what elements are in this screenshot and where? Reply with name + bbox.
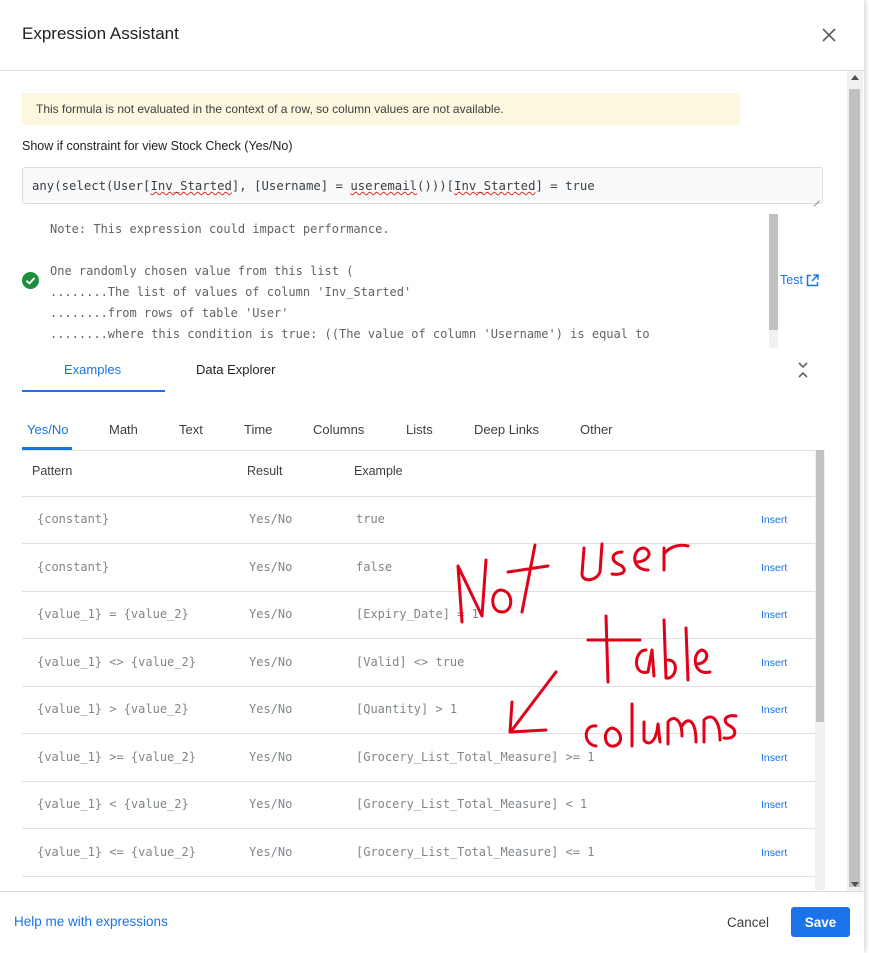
table-header: Pattern Result Example [22, 450, 815, 497]
active-tab-indicator [22, 390, 165, 392]
header-result: Result [247, 464, 283, 478]
close-icon[interactable] [818, 24, 840, 46]
pattern-cell: {value_1} < {value_2} [37, 797, 189, 811]
tab-deep-links[interactable]: Deep Links [474, 422, 539, 437]
check-circle-icon [22, 272, 39, 289]
pattern-cell: {constant} [37, 560, 110, 574]
warning-text: This formula is not evaluated in the con… [36, 102, 504, 116]
tab-yes-no[interactable]: Yes/No [27, 422, 68, 437]
result-cell: Yes/No [249, 750, 293, 764]
result-cell: Yes/No [249, 845, 293, 859]
pattern-cell: {value_1} > {value_2} [37, 702, 189, 716]
tab-data-explorer[interactable]: Data Explorer [196, 362, 275, 377]
expression-text[interactable]: any(select(User[Inv_Started], [Username]… [32, 179, 595, 193]
save-button[interactable]: Save [791, 907, 850, 937]
test-label: Test [780, 273, 803, 287]
table-row: {value_1} > {value_2} Yes/No [Quantity] … [22, 686, 815, 734]
tab-time[interactable]: Time [244, 422, 272, 437]
table-row: {value_1} < {value_2} Yes/No [Grocery_Li… [22, 781, 815, 829]
table-scrollbar-thumb[interactable] [816, 450, 824, 722]
result-cell: Yes/No [249, 797, 293, 811]
example-cell: true [356, 512, 385, 526]
table-row: {constant} Yes/No true Insert [22, 496, 815, 544]
insert-button[interactable]: Insert [761, 514, 787, 526]
pattern-cell: {value_1} <= {value_2} [37, 845, 196, 859]
header-pattern: Pattern [32, 464, 73, 478]
expression-assistant-dialog: Expression Assistant This formula is not… [0, 0, 864, 953]
insert-button[interactable]: Insert [761, 799, 787, 811]
insert-button[interactable]: Insert [761, 562, 787, 574]
tab-examples[interactable]: Examples [64, 362, 121, 377]
result-cell: Yes/No [249, 512, 293, 526]
output-line: Note: This expression could impact perfo… [50, 222, 390, 236]
example-cell: [Valid] <> true [356, 655, 465, 669]
insert-button[interactable]: Insert [761, 704, 787, 716]
category-tabs: Yes/No Math Text Time Columns Lists Deep… [22, 412, 825, 451]
table-row: {value_1} <> {value_2} Yes/No [Valid] <>… [22, 639, 815, 687]
result-cell: Yes/No [249, 607, 293, 621]
insert-button[interactable]: Insert [761, 752, 787, 764]
expression-editor[interactable]: any(select(User[Inv_Started], [Username]… [22, 167, 823, 204]
context-warning-banner: This formula is not evaluated in the con… [22, 93, 740, 125]
expression-output: Note: This expression could impact perfo… [22, 214, 778, 348]
insert-button[interactable]: Insert [761, 657, 787, 669]
dialog-scrollbar[interactable] [847, 71, 863, 891]
tab-other[interactable]: Other [580, 422, 613, 437]
scroll-down-arrow-icon[interactable] [851, 882, 859, 887]
example-cell: [Grocery_List_Total_Measure] < 1 [356, 797, 588, 811]
pattern-cell: {value_1} >= {value_2} [37, 750, 196, 764]
insert-button[interactable]: Insert [761, 609, 787, 621]
result-cell: Yes/No [249, 655, 293, 669]
example-cell: false [356, 560, 393, 574]
dialog-footer: Help me with expressions Cancel Save [0, 891, 864, 953]
test-link[interactable]: Test [780, 273, 819, 287]
main-tabs: Examples Data Explorer [22, 350, 825, 392]
open-in-new-icon [806, 273, 819, 286]
help-link[interactable]: Help me with expressions [14, 914, 168, 929]
dialog-header: Expression Assistant [0, 0, 864, 71]
example-cell: [Expiry_Date] = 1 [356, 607, 479, 621]
insert-button[interactable]: Insert [761, 847, 787, 859]
constraint-label: Show if constraint for view Stock Check … [22, 139, 293, 153]
table-scrollbar[interactable] [815, 450, 825, 890]
output-line: ........The list of values of column 'In… [50, 285, 412, 299]
example-cell: [Grocery_List_Total_Measure] <= 1 [356, 845, 595, 859]
scroll-up-arrow-icon[interactable] [851, 75, 859, 80]
tab-text[interactable]: Text [179, 422, 203, 437]
output-line: ........from rows of table 'User' [50, 306, 289, 320]
result-cell: Yes/No [249, 560, 293, 574]
tab-columns[interactable]: Columns [313, 422, 364, 437]
collapse-icon[interactable] [796, 361, 810, 379]
table-row: {value_1} <= {value_2} Yes/No [Grocery_L… [22, 829, 815, 877]
dialog-scrollbar-thumb[interactable] [849, 89, 860, 887]
resize-handle-icon[interactable] [812, 193, 820, 201]
output-scrollbar-thumb[interactable] [769, 214, 778, 330]
example-cell: [Quantity] > 1 [356, 702, 458, 716]
example-cell: [Grocery_List_Total_Measure] >= 1 [356, 750, 595, 764]
examples-table: Pattern Result Example {constant} Yes/No… [22, 450, 815, 890]
header-example: Example [354, 464, 403, 478]
output-line: ........where this condition is true: ((… [50, 327, 650, 341]
output-line: One randomly chosen value from this list… [50, 264, 354, 278]
tab-lists[interactable]: Lists [406, 422, 433, 437]
table-row: {constant} Yes/No false Insert [22, 544, 815, 592]
cancel-button[interactable]: Cancel [716, 907, 780, 937]
pattern-cell: {value_1} <> {value_2} [37, 655, 196, 669]
table-row: {value_1} >= {value_2} Yes/No [Grocery_L… [22, 734, 815, 782]
tab-math[interactable]: Math [109, 422, 138, 437]
pattern-cell: {constant} [37, 512, 110, 526]
table-row: {value_1} = {value_2} Yes/No [Expiry_Dat… [22, 591, 815, 639]
result-cell: Yes/No [249, 702, 293, 716]
output-scrollbar[interactable] [769, 214, 778, 348]
dialog-title: Expression Assistant [22, 24, 179, 43]
pattern-cell: {value_1} = {value_2} [37, 607, 189, 621]
